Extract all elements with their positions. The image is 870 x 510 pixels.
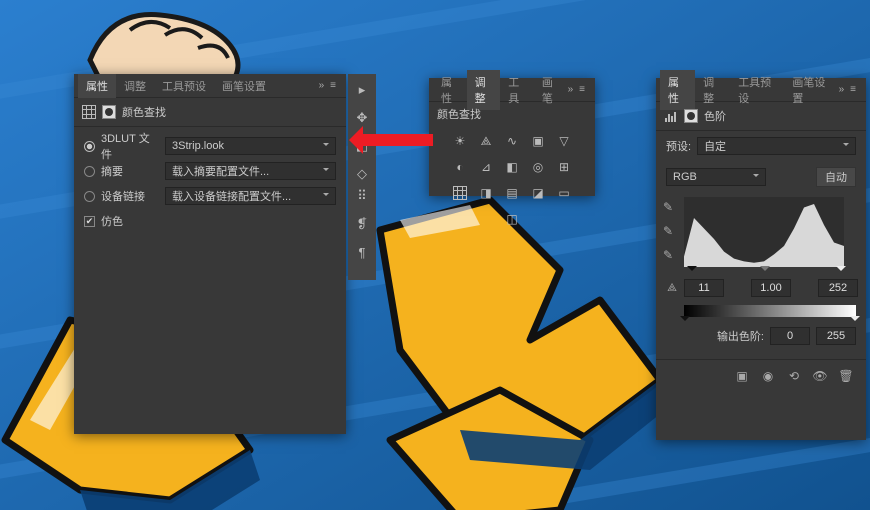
levels-icon[interactable]: ⟁ <box>477 132 495 150</box>
dropdown-device-link[interactable]: 载入设备链接配置文件... <box>165 187 336 205</box>
input-black-level[interactable]: 11 <box>684 279 724 297</box>
panel-tabs: 属性 调整 工具 画笔 »≡ <box>429 78 595 102</box>
posterize-icon[interactable]: ▤ <box>503 184 521 202</box>
clip-warning-icon[interactable]: ⟁ <box>664 280 680 296</box>
vibrance-icon[interactable]: ▽ <box>555 132 573 150</box>
grid-lut-icon <box>82 105 96 119</box>
character-icon[interactable]: ❡ <box>352 214 372 234</box>
layers-icon[interactable]: ◧ <box>352 136 372 156</box>
panel-overflow-icon[interactable]: » <box>568 84 574 95</box>
dropdown-abstract[interactable]: 载入摘要配置文件... <box>165 162 336 180</box>
tab-brush[interactable]: 画笔 <box>534 70 568 110</box>
view-previous-icon[interactable]: ◉ <box>760 368 776 384</box>
photo-filter-icon[interactable]: ◎ <box>529 158 547 176</box>
panel-title: 颜色查找 <box>122 104 166 120</box>
input-output-white[interactable]: 255 <box>816 327 856 345</box>
radio-3dlut[interactable] <box>84 141 95 152</box>
swatches-icon[interactable]: ⠿ <box>352 186 372 206</box>
input-white-level[interactable]: 252 <box>818 279 858 297</box>
eyedropper-white-icon[interactable]: ✎ <box>660 247 676 263</box>
tab-brush-settings[interactable]: 画笔设置 <box>784 70 838 110</box>
dock-expand-icon[interactable]: ▸ <box>352 80 372 100</box>
invert-icon[interactable]: ◨ <box>477 184 495 202</box>
dropdown-preset[interactable]: 自定 <box>697 137 856 155</box>
panel-overflow-icon[interactable]: » <box>319 80 325 91</box>
tab-adjustments[interactable]: 调整 <box>695 70 730 110</box>
output-black-slider[interactable] <box>680 316 690 326</box>
levels-mode-label: 色阶 <box>704 108 726 124</box>
toggle-visibility-icon[interactable]: 👁 <box>812 368 828 384</box>
radio-device-link[interactable] <box>84 191 95 202</box>
levels-histogram <box>684 197 844 267</box>
panel-overflow-icon[interactable]: » <box>839 84 845 95</box>
label-3dlut: 3DLUT 文件 <box>101 130 159 162</box>
tab-properties[interactable]: 属性 <box>433 70 467 110</box>
preset-label: 预设: <box>666 138 691 154</box>
label-abstract: 摘要 <box>101 163 159 179</box>
radio-abstract[interactable] <box>84 166 95 177</box>
exposure-icon[interactable]: ▣ <box>529 132 547 150</box>
panel-menu-icon[interactable]: ≡ <box>850 84 856 95</box>
panel-menu-icon[interactable]: ≡ <box>330 80 336 91</box>
paragraph-icon[interactable]: ¶ <box>352 242 372 262</box>
levels-histogram-icon <box>664 109 678 123</box>
properties-panel-color-lookup: 属性 调整 工具预设 画笔设置 » ≡ 颜色查找 3DLUT 文件 3Strip… <box>74 74 346 434</box>
mask-icon <box>684 109 698 123</box>
threshold-icon[interactable]: ◪ <box>529 184 547 202</box>
input-mid-level[interactable]: 1.00 <box>751 279 791 297</box>
panel-menu-icon[interactable]: ≡ <box>579 84 585 95</box>
delete-icon[interactable]: 🗑 <box>838 368 854 384</box>
tab-properties[interactable]: 属性 <box>660 70 695 110</box>
curves-icon[interactable]: ∿ <box>503 132 521 150</box>
color-balance-icon[interactable]: ⊿ <box>477 158 495 176</box>
color-lookup-icon[interactable] <box>451 184 469 202</box>
checkbox-dither[interactable] <box>84 216 95 227</box>
reset-icon[interactable]: ⟲ <box>786 368 802 384</box>
output-white-slider[interactable] <box>850 316 860 326</box>
history-icon[interactable]: ✥ <box>352 108 372 128</box>
tab-tool-presets[interactable]: 工具预设 <box>154 74 214 98</box>
bw-icon[interactable]: ◧ <box>503 158 521 176</box>
output-gradient[interactable] <box>684 305 856 317</box>
tab-adjustments[interactable]: 调整 <box>467 70 501 110</box>
tab-tool-presets[interactable]: 工具预设 <box>730 70 784 110</box>
tab-adjustments[interactable]: 调整 <box>116 74 154 98</box>
adjustment-presets-grid: ☀ ⟁ ∿ ▣ ▽ ◐ ⊿ ◧ ◎ ⊞ ◨ ▤ ◪ ▭ ◫ <box>429 126 595 234</box>
label-dither: 仿色 <box>101 213 123 229</box>
tab-tools[interactable]: 工具 <box>500 70 534 110</box>
brightness-icon[interactable]: ☀ <box>451 132 469 150</box>
white-point-slider[interactable] <box>836 266 846 276</box>
panel-tabs: 属性 调整 工具预设 画笔设置 » ≡ <box>74 74 346 98</box>
gradient-map-icon[interactable]: ▭ <box>555 184 573 202</box>
panel-tabs: 属性 调整 工具预设 画笔设置 »≡ <box>656 78 866 102</box>
dropdown-channel[interactable]: RGB <box>666 168 766 186</box>
output-levels-label: 输出色阶: <box>717 328 764 344</box>
channel-mixer-icon[interactable]: ⊞ <box>555 158 573 176</box>
properties-panel-levels: 属性 调整 工具预设 画笔设置 »≡ 色阶 预设: 自定 RGB 自动 ✎ ✎ … <box>656 78 866 440</box>
collapsed-dock-strip-b: ⠿ ❡ ¶ <box>348 180 376 280</box>
clip-to-layer-icon[interactable]: ▣ <box>734 368 750 384</box>
tab-properties[interactable]: 属性 <box>78 74 116 98</box>
dropdown-3dlut-file[interactable]: 3Strip.look <box>165 137 336 155</box>
mask-icon <box>102 105 116 119</box>
panel-footer-icons: ▣ ◉ ⟲ 👁 🗑 <box>656 359 866 392</box>
hue-sat-icon[interactable]: ◐ <box>451 158 469 176</box>
black-point-slider[interactable] <box>687 266 697 276</box>
label-device-link: 设备链接 <box>101 188 159 204</box>
input-output-black[interactable]: 0 <box>770 327 810 345</box>
mid-point-slider[interactable] <box>760 266 770 276</box>
eyedropper-black-icon[interactable]: ✎ <box>660 199 676 215</box>
selective-color-icon[interactable]: ◫ <box>503 210 521 228</box>
adjustments-panel: 属性 调整 工具 画笔 »≡ 颜色查找 ☀ ⟁ ∿ ▣ ▽ ◐ ⊿ ◧ ◎ ⊞ … <box>429 78 595 196</box>
tab-brush-settings[interactable]: 画笔设置 <box>214 74 274 98</box>
auto-button[interactable]: 自动 <box>816 167 856 187</box>
eyedropper-gray-icon[interactable]: ✎ <box>660 223 676 239</box>
